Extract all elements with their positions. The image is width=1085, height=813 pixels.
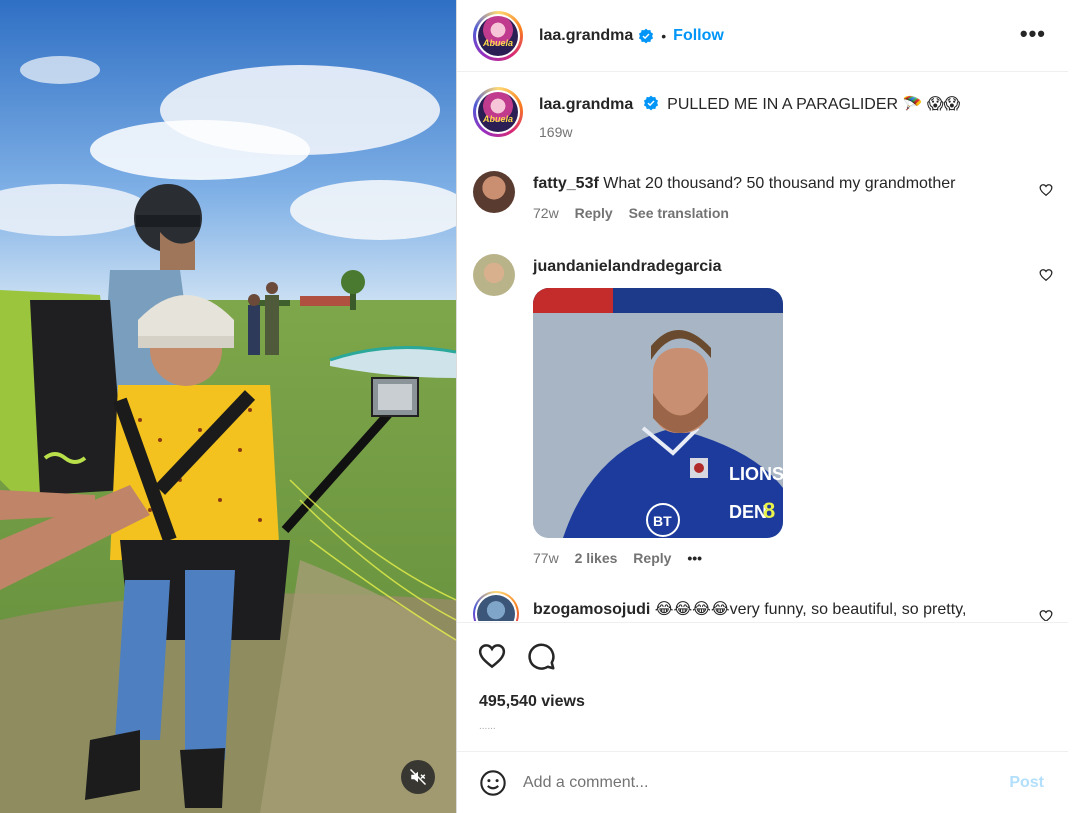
comment-item: fatty_53f What 20 thousand? 50 thousand … xyxy=(473,171,1053,231)
caption-avatar-logo-text: Abuela xyxy=(482,114,513,124)
comments-list[interactable]: Abuela laa.grandma PULLED ME IN A PARAGL… xyxy=(457,73,1068,621)
comment-likes[interactable]: 2 likes xyxy=(575,550,618,566)
post-comment-button[interactable]: Post xyxy=(1009,774,1044,792)
header-separator: • xyxy=(661,27,667,44)
post-header: Abuela laa.grandma • Follow ••• xyxy=(457,0,1068,72)
comment-item: juandanielandradegarcia LIONS DEN 8 BT 7… xyxy=(473,254,1053,584)
comment-time: 72w xyxy=(533,205,559,221)
comment-username[interactable]: bzogamosojudi xyxy=(533,601,650,618)
commenter-avatar[interactable] xyxy=(473,254,515,296)
comment-time: 77w xyxy=(533,550,559,566)
author-avatar[interactable]: Abuela xyxy=(473,10,523,61)
like-comment-heart-icon[interactable] xyxy=(1039,268,1053,282)
post-caption: Abuela laa.grandma PULLED ME IN A PARAGL… xyxy=(473,87,1053,159)
caption-text: PULLED ME IN A PARAGLIDER 🪂 😱😱 xyxy=(667,96,961,113)
caption-username[interactable]: laa.grandma xyxy=(539,96,633,113)
video-frame xyxy=(0,0,456,813)
comment-more-button[interactable]: ••• xyxy=(687,550,702,566)
mute-button[interactable] xyxy=(401,760,435,794)
reply-button[interactable]: Reply xyxy=(575,205,613,221)
caption-verified-badge-icon xyxy=(643,95,658,111)
caption-avatar[interactable]: Abuela xyxy=(473,87,523,137)
emoji-icon[interactable] xyxy=(479,769,507,797)
like-heart-icon[interactable] xyxy=(477,641,507,671)
post-actions-bar: 495,540 views ...... xyxy=(457,622,1068,750)
see-translation-button[interactable]: See translation xyxy=(629,205,729,221)
comment-text: What 20 thousand? 50 thousand my grandmo… xyxy=(603,175,956,192)
instagram-post-page: Abuela laa.grandma • Follow ••• Abuela l… xyxy=(0,0,1085,813)
like-comment-heart-icon[interactable] xyxy=(1039,183,1053,197)
comment-item: bzogamosojudi 😂😂😂😂very funny, so beautif… xyxy=(473,591,1053,621)
comment-input[interactable] xyxy=(523,773,1003,792)
follow-button[interactable]: Follow xyxy=(673,27,724,45)
commenter-avatar[interactable] xyxy=(473,171,515,213)
verified-badge-icon xyxy=(639,28,654,43)
commenter-avatar[interactable] xyxy=(473,591,519,621)
gif-text-bottom: DEN xyxy=(729,502,767,522)
reply-button[interactable]: Reply xyxy=(633,550,671,566)
speaker-muted-icon xyxy=(409,768,427,786)
comment-gif[interactable]: LIONS DEN 8 BT xyxy=(533,288,783,538)
comment-username[interactable]: fatty_53f xyxy=(533,175,599,192)
gif-sponsor-text: BT xyxy=(653,513,672,529)
post-side-panel: Abuela laa.grandma • Follow ••• Abuela l… xyxy=(456,0,1068,813)
comment-username[interactable]: juandanielandradegarcia xyxy=(533,258,722,275)
gif-number: 8 xyxy=(763,498,775,523)
avatar-logo-text: Abuela xyxy=(482,37,513,48)
caption-time: 169w xyxy=(539,124,573,140)
post-video[interactable] xyxy=(0,0,456,813)
comment-text: 😂😂😂😂very funny, so beautiful, so pretty, xyxy=(654,601,967,618)
comment-bubble-icon[interactable] xyxy=(526,641,556,671)
gif-image: LIONS DEN 8 BT xyxy=(533,288,783,538)
post-timeago: ...... xyxy=(479,721,496,732)
author-username[interactable]: laa.grandma xyxy=(539,27,633,45)
like-comment-heart-icon[interactable] xyxy=(1039,609,1053,621)
add-comment-bar: Post xyxy=(457,751,1068,813)
gif-text-top: LIONS xyxy=(729,464,783,484)
views-count[interactable]: 495,540 views xyxy=(479,693,585,711)
more-options-button[interactable]: ••• xyxy=(1020,23,1046,45)
